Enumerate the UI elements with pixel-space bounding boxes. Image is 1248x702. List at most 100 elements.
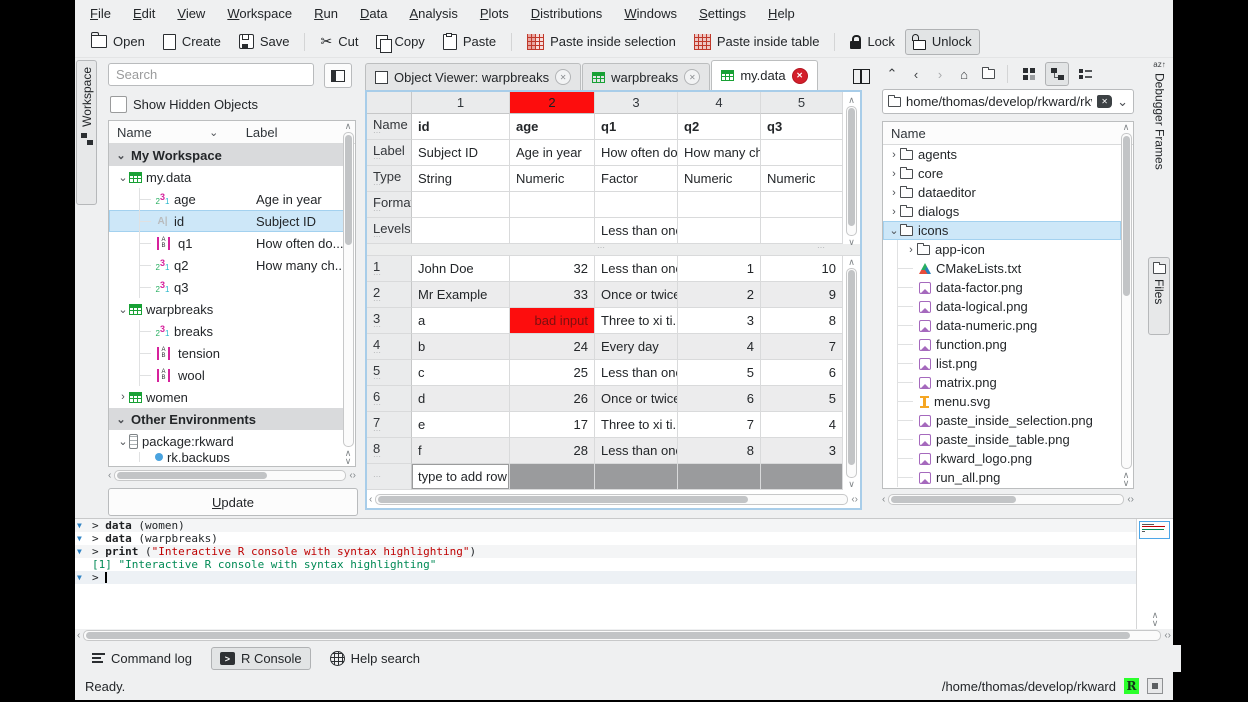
path-text[interactable]: home/thomas/develop/rkward/rkward/ [906,94,1092,109]
file-item-data-logical[interactable]: data-logical.png [883,297,1121,316]
lock-button[interactable]: Lock [842,29,902,54]
cell[interactable] [761,192,843,218]
file-item-dialogs[interactable]: ›dialogs [883,202,1121,221]
cell[interactable]: 32 [510,256,595,282]
file-item-data-numeric[interactable]: data-numeric.png [883,316,1121,335]
cell[interactable]: 17 [510,412,595,438]
paste-button[interactable]: Paste [435,29,504,55]
file-item-rkward-logo[interactable]: rkward_logo.png [883,449,1121,468]
cell[interactable]: Three to xi ti... [595,308,678,334]
paste-inside-table-button[interactable]: Paste inside table [686,29,828,55]
cell[interactable] [678,218,761,244]
cell[interactable]: Numeric [678,166,761,192]
paste-inside-selection-button[interactable]: Paste inside selection [519,29,684,55]
file-item-list[interactable]: list.png [883,354,1121,373]
workspace-tool-tab[interactable]: Workspace [76,60,97,205]
cell[interactable]: Numeric [761,166,843,192]
scroll-left-icon[interactable]: ‹ [882,494,885,505]
back-icon[interactable]: ‹ [906,64,926,84]
r-engine-status-badge[interactable]: R [1124,678,1139,694]
cell[interactable]: Once or twice... [595,282,678,308]
tree-item-q3[interactable]: 231q3 [109,276,345,298]
cell[interactable]: Less than onc... [595,438,678,464]
scroll-down-icon[interactable]: ∨ [1123,479,1130,487]
column-header-3[interactable]: 3 [595,92,678,114]
scroll-right-icon[interactable]: › [1168,630,1171,641]
cut-button[interactable]: ✂Cut [312,28,366,55]
debugger-frames-tool-tab[interactable]: az↑ Debugger Frames [1149,60,1170,255]
menu-analysis[interactable]: Analysis [398,3,468,24]
cell[interactable] [510,218,595,244]
cell[interactable]: John Doe [412,256,510,282]
menu-plots[interactable]: Plots [469,3,520,24]
cell[interactable]: 4 [678,334,761,360]
help-search-tab[interactable]: Help search [321,647,429,670]
tree-item-mydata[interactable]: ⌄my.data [109,166,345,188]
interrupt-icon[interactable] [1147,678,1163,694]
copy-button[interactable]: Copy [368,29,432,54]
cell[interactable]: Factor [595,166,678,192]
cell[interactable]: 2 [678,282,761,308]
cell[interactable]: Numeric [510,166,595,192]
menu-distributions[interactable]: Distributions [520,3,614,24]
menu-view[interactable]: View [166,3,216,24]
tree-item-women[interactable]: ›women [109,386,345,408]
grid-hscrollbar[interactable]: ‹ ‹ › [369,493,858,506]
cell[interactable]: 6 [678,386,761,412]
cell[interactable]: Less than onc... [595,360,678,386]
scroll-left-icon[interactable]: ‹ [77,630,80,641]
other-environments-group[interactable]: ⌄Other Environments [109,408,345,430]
scrollbar-thumb[interactable] [117,472,267,479]
command-log-tab[interactable]: Command log [83,647,201,670]
cell[interactable]: Three to xi ti... [595,412,678,438]
tree-view-button[interactable] [1045,62,1069,86]
scroll-left-icon[interactable]: ‹ [369,494,372,505]
cell[interactable]: q3 [761,114,843,140]
search-input[interactable] [108,63,314,86]
menu-file[interactable]: File [79,3,122,24]
create-button[interactable]: Create [155,29,229,55]
scroll-left-icon[interactable]: ‹ [108,470,111,481]
unlock-button[interactable]: Unlock [905,29,980,55]
menu-help[interactable]: Help [757,3,806,24]
menu-data[interactable]: Data [349,3,398,24]
cell[interactable]: 1 [678,256,761,282]
tab-mydata[interactable]: my.data ✕ [711,60,817,90]
cell[interactable]: 6 [761,360,843,386]
row-header[interactable]: 2⋯ [367,282,412,308]
cell[interactable]: 3 [678,308,761,334]
menu-workspace[interactable]: Workspace [216,3,303,24]
tree-item-partial[interactable]: rk.backups [109,452,345,462]
file-item-run-all[interactable]: run_all.png [883,468,1121,487]
cell[interactable]: Less than onc... [595,256,678,282]
meta-row-header[interactable]: Type⋯ [367,166,412,192]
icons-view-button[interactable] [1017,62,1041,86]
scroll-right-icon[interactable]: › [1131,494,1134,505]
tree-item-q2[interactable]: 231q2How many ch... [109,254,345,276]
meta-row-header[interactable]: Format⋯ [367,192,412,218]
cell[interactable]: id [412,114,510,140]
my-workspace-group[interactable]: ⌄My Workspace [109,144,345,166]
row-header[interactable]: 6⋯ [367,386,412,412]
cell-bad-input[interactable]: bad input [510,308,595,334]
cell[interactable] [412,192,510,218]
r-console-tab[interactable]: >R Console [211,647,311,670]
scroll-right-icon[interactable]: › [353,470,356,481]
cell[interactable]: q1 [595,114,678,140]
save-button[interactable]: Save [231,29,298,54]
tree-item-warpbreaks[interactable]: ⌄warpbreaks [109,298,345,320]
workspace-tree-hscrollbar[interactable]: ‹ ‹ › [108,469,356,482]
meta-data-splitter[interactable]: ⋯⋯ [367,244,860,256]
close-tab-icon[interactable]: ✕ [555,69,571,85]
clear-path-icon[interactable]: ✕ [1097,95,1112,108]
scroll-up-icon[interactable]: ∧ [345,122,352,130]
cell[interactable]: 10 [761,256,843,282]
row-header[interactable]: 3⋯ [367,308,412,334]
path-combobox[interactable]: home/thomas/develop/rkward/rkward/ ✕ ⌄ [882,89,1134,114]
file-item-paste-inside-table[interactable]: paste_inside_table.png [883,430,1121,449]
cell[interactable]: a [412,308,510,334]
cell[interactable]: b [412,334,510,360]
cell[interactable]: 26 [510,386,595,412]
tree-item-package-rkward[interactable]: ⌄package:rkward [109,430,345,452]
cell[interactable]: How often do... [595,140,678,166]
